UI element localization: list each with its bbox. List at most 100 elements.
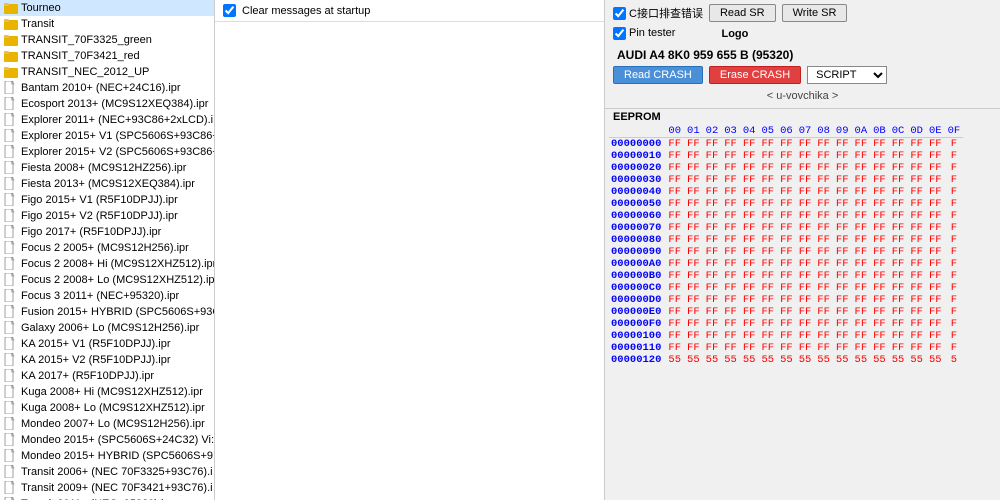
tree-item[interactable]: Figo 2015+ V1 (R5F10DPJJ).ipr [0, 192, 214, 208]
eeprom-cell: FF [889, 138, 908, 151]
tree-item[interactable]: Bantam 2010+ (NEC+24C16).ipr [0, 80, 214, 96]
eeprom-table: 000102030405060708090A0B0C0D0E0F 0000000… [609, 125, 963, 366]
clear-messages-checkbox[interactable] [223, 4, 236, 17]
eeprom-cell: FF [703, 318, 722, 330]
tree-item[interactable]: KA 2015+ V1 (R5F10DPJJ).ipr [0, 336, 214, 352]
eeprom-address: 00000080 [609, 234, 665, 246]
erase-crash-button[interactable]: Erase CRASH [709, 66, 801, 84]
eeprom-address: 00000070 [609, 222, 665, 234]
eeprom-cell: F [945, 306, 964, 318]
eeprom-cell: FF [907, 306, 926, 318]
tree-item[interactable]: Focus 2 2005+ (MC9S12H256).ipr [0, 240, 214, 256]
tree-item[interactable]: Ecosport 2013+ (MC9S12XEQ384).ipr [0, 96, 214, 112]
eeprom-cell: FF [721, 258, 740, 270]
eeprom-cell: FF [703, 150, 722, 162]
tree-item-label: Focus 2 2005+ (MC9S12H256).ipr [21, 242, 189, 254]
user-link[interactable]: < u-vovchika > [613, 88, 992, 104]
eeprom-cell: FF [777, 258, 796, 270]
tree-item[interactable]: Figo 2017+ (R5F10DPJJ).ipr [0, 224, 214, 240]
eeprom-table-wrapper[interactable]: 000102030405060708090A0B0C0D0E0F 0000000… [605, 125, 1000, 500]
tree-item-label: KA 2015+ V2 (R5F10DPJJ).ipr [21, 354, 171, 366]
eeprom-cell: FF [833, 234, 852, 246]
eeprom-cell: FF [852, 198, 871, 210]
tree-item[interactable]: Fusion 2015+ HYBRID (SPC5606S+93C [0, 304, 214, 320]
tree-item[interactable]: Transit [0, 16, 214, 32]
tree-item[interactable]: Galaxy 2006+ Lo (MC9S12H256).ipr [0, 320, 214, 336]
eeprom-cell: FF [740, 186, 759, 198]
tree-item[interactable]: Transit 2011+ (NEC+95320).ipr [0, 496, 214, 500]
eeprom-cell: FF [889, 150, 908, 162]
tree-item-label: Mondeo 2015+ (SPC5606S+24C32) Vi: [21, 434, 214, 446]
eeprom-cell: FF [833, 342, 852, 354]
tree-item[interactable]: Fiesta 2013+ (MC9S12XEQ384).ipr [0, 176, 214, 192]
tree-item[interactable]: KA 2015+ V2 (R5F10DPJJ).ipr [0, 352, 214, 368]
eeprom-cell: F [945, 210, 964, 222]
eeprom-cell: FF [665, 150, 684, 162]
eeprom-cell: FF [684, 342, 703, 354]
tree-item[interactable]: Focus 3 2011+ (NEC+95320).ipr [0, 288, 214, 304]
tree-item[interactable]: Mondeo 2015+ HYBRID (SPC5606S+9 [0, 448, 214, 464]
tree-item[interactable]: Explorer 2015+ V1 (SPC5606S+93C86+ [0, 128, 214, 144]
eeprom-cell: FF [814, 186, 833, 198]
tree-item[interactable]: Focus 2 2008+ Hi (MC9S12XHZ512).ipr [0, 256, 214, 272]
eeprom-cell: FF [907, 318, 926, 330]
tree-item-label: Transit [21, 18, 54, 30]
tree-item[interactable]: TRANSIT_NEC_2012_UP [0, 64, 214, 80]
eeprom-row: 000000B0FFFFFFFFFFFFFFFFFFFFFFFFFFFFFFF [609, 270, 963, 282]
tree-item[interactable]: Explorer 2011+ (NEC+93C86+2xLCD).i [0, 112, 214, 128]
read-crash-button[interactable]: Read CRASH [613, 66, 703, 84]
eeprom-cell: FF [740, 198, 759, 210]
tree-item-label: Mondeo 2015+ HYBRID (SPC5606S+9 [21, 450, 213, 462]
eeprom-cell: FF [926, 162, 945, 174]
tree-item[interactable]: Focus 2 2008+ Lo (MC9S12XHZ512).ipr [0, 272, 214, 288]
tree-item[interactable]: Mondeo 2015+ (SPC5606S+24C32) Vi: [0, 432, 214, 448]
tree-item-label: KA 2015+ V1 (R5F10DPJJ).ipr [21, 338, 171, 350]
tree-item[interactable]: Transit 2006+ (NEC 70F3325+93C76).i [0, 464, 214, 480]
eeprom-cell: FF [814, 294, 833, 306]
eeprom-cell: FF [889, 186, 908, 198]
eeprom-cell: FF [665, 138, 684, 151]
checkbox2[interactable] [613, 27, 626, 40]
eeprom-cell: FF [703, 270, 722, 282]
eeprom-cell: FF [833, 210, 852, 222]
eeprom-address: 000000E0 [609, 306, 665, 318]
tree-item[interactable]: Fiesta 2008+ (MC9S12HZ256).ipr [0, 160, 214, 176]
eeprom-cell: FF [665, 186, 684, 198]
tree-item[interactable]: Explorer 2015+ V2 (SPC5606S+93C86+ [0, 144, 214, 160]
eeprom-address: 00000050 [609, 198, 665, 210]
eeprom-cell: FF [684, 270, 703, 282]
right-row2: Pin tester Logo [613, 26, 992, 40]
eeprom-cell: FF [665, 318, 684, 330]
eeprom-col-header: 01 [684, 125, 703, 138]
eeprom-cell: FF [758, 210, 777, 222]
tree-item[interactable]: KA 2017+ (R5F10DPJJ).ipr [0, 368, 214, 384]
eeprom-cell: FF [740, 270, 759, 282]
file-icon [4, 449, 18, 463]
tree-item[interactable]: Transit 2009+ (NEC 70F3421+93C76).i [0, 480, 214, 496]
eeprom-cell: FF [852, 174, 871, 186]
eeprom-cell: FF [721, 330, 740, 342]
read-sr-button[interactable]: Read SR [709, 4, 776, 22]
script-select[interactable]: SCRIPT [807, 66, 887, 84]
eeprom-cell: FF [740, 150, 759, 162]
eeprom-cell: FF [907, 282, 926, 294]
tree-item[interactable]: TRANSIT_70F3421_red [0, 48, 214, 64]
eeprom-cell: FF [684, 306, 703, 318]
tree-item[interactable]: TRANSIT_70F3325_green [0, 32, 214, 48]
file-icon [4, 369, 18, 383]
eeprom-cell: FF [684, 222, 703, 234]
write-sr-button[interactable]: Write SR [782, 4, 848, 22]
tree-item-label: Tourneo [21, 2, 61, 14]
tree-item[interactable]: Kuga 2008+ Hi (MC9S12XHZ512).ipr [0, 384, 214, 400]
eeprom-cell: 55 [814, 354, 833, 366]
tree-item[interactable]: Figo 2015+ V2 (R5F10DPJJ).ipr [0, 208, 214, 224]
tree-item[interactable]: Mondeo 2007+ Lo (MC9S12H256).ipr [0, 416, 214, 432]
eeprom-cell: FF [833, 162, 852, 174]
checkbox1[interactable] [613, 7, 626, 20]
eeprom-cell: FF [907, 222, 926, 234]
eeprom-cell: FF [740, 258, 759, 270]
eeprom-cell: FF [814, 306, 833, 318]
tree-item[interactable]: Tourneo [0, 0, 214, 16]
eeprom-cell: FF [926, 186, 945, 198]
tree-item[interactable]: Kuga 2008+ Lo (MC9S12XHZ512).ipr [0, 400, 214, 416]
